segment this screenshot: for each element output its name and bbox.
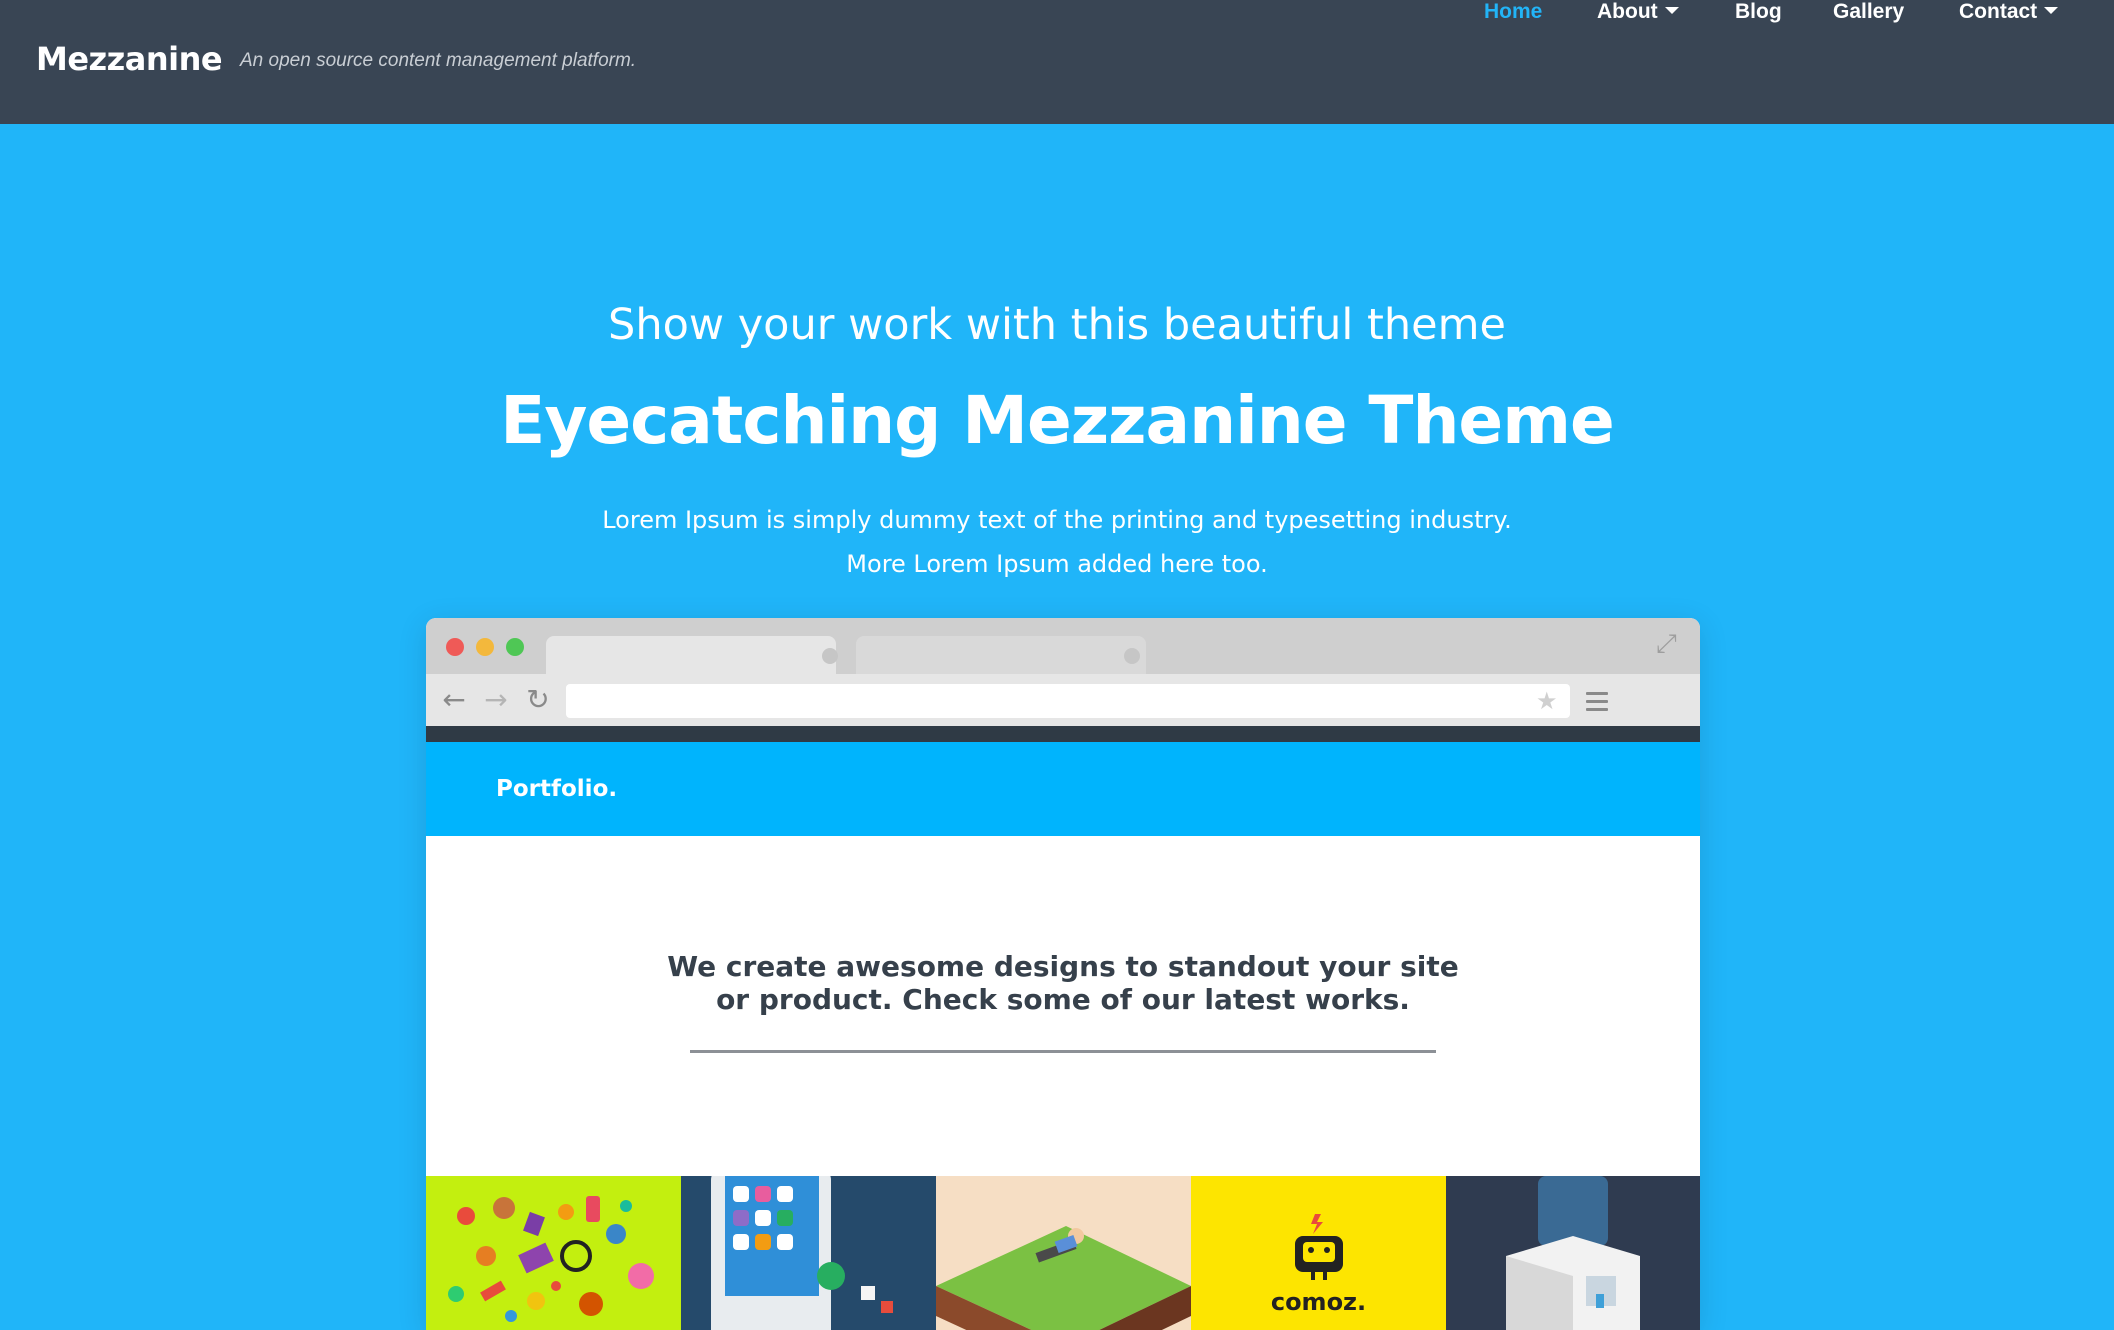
mockup-headline: We create awesome designs to standout yo… (426, 950, 1700, 1016)
portfolio-tile-landscape (936, 1176, 1191, 1330)
minimize-dot-icon (476, 638, 494, 656)
chevron-down-icon (1664, 6, 1679, 14)
expand-icon: ⤢ (1656, 628, 1677, 658)
star-icon: ★ (1536, 688, 1558, 715)
hero-title: Eyecatching Mezzanine Theme (500, 382, 1614, 459)
nav-about-label: About (1597, 0, 1658, 23)
hero-text-line: Lorem Ipsum is simply dummy text of the … (602, 506, 1512, 534)
menu-icon (1586, 692, 1608, 712)
tab-dot-icon (822, 648, 838, 664)
back-arrow-icon: ← (442, 683, 466, 716)
nav-gallery-label: Gallery (1833, 0, 1905, 23)
nav-gallery[interactable]: Gallery (1833, 0, 1904, 24)
mockup-body: We create awesome designs to standout yo… (426, 836, 1700, 1176)
mockup-header: Portfolio. (426, 742, 1700, 836)
chevron-down-icon (2044, 6, 2059, 14)
browser-tab (856, 636, 1146, 674)
comoz-label: comoz. (1270, 1288, 1367, 1316)
portfolio-tile-comoz: comoz. (1191, 1176, 1446, 1330)
browser-toolbar: ← → ↻ ★ (426, 674, 1700, 726)
navbar: Mezzanine An open source content managem… (0, 0, 2114, 124)
tab-dot-icon (1124, 648, 1140, 664)
reload-icon: ↻ (526, 683, 550, 716)
hero-text-line: More Lorem Ipsum added here too. (846, 550, 1268, 578)
forward-arrow-icon: → (484, 683, 508, 716)
mockup-top-strip (426, 726, 1700, 742)
portfolio-tile-cooler (1446, 1176, 1700, 1330)
mockup-logo: Portfolio. (496, 776, 618, 802)
portfolio-tile-candies (426, 1176, 681, 1330)
close-dot-icon (446, 638, 464, 656)
portfolio-tile-phone (681, 1176, 936, 1330)
url-field (566, 684, 1570, 718)
nav-blog-label: Blog (1735, 0, 1782, 23)
phone-illustration (711, 1176, 893, 1330)
nav-about[interactable]: About (1597, 0, 1679, 24)
nav-home-label: Home (1484, 0, 1543, 23)
nav-contact[interactable]: Contact (1959, 0, 2059, 24)
candies-illustration (448, 1196, 654, 1322)
site-brand[interactable]: Mezzanine (36, 40, 223, 78)
hero-description: Lorem Ipsum is simply dummy text of the … (0, 498, 2114, 586)
water-cooler-illustration (1506, 1176, 1640, 1330)
browser-tab-active (546, 636, 838, 674)
browser-tabstrip: ⤢ (426, 618, 1700, 674)
hero-subtitle: Show your work with this beautiful theme (608, 300, 1506, 350)
portfolio-tiles: comoz. (426, 1176, 1700, 1330)
mockup-headline-line: or product. Check some of our latest wor… (716, 983, 1410, 1016)
maximize-dot-icon (506, 638, 524, 656)
nav-home[interactable]: Home (1484, 0, 1542, 24)
browser-mockup: ⤢ ← → ↻ ★ Portfolio. We create awesome d… (426, 618, 1700, 1330)
landscape-illustration (936, 1226, 1191, 1330)
mockup-divider (690, 1050, 1436, 1053)
nav-contact-label: Contact (1959, 0, 2038, 23)
site-tagline: An open source content management platfo… (240, 50, 637, 71)
nav-blog[interactable]: Blog (1735, 0, 1782, 24)
mockup-headline-line: We create awesome designs to standout yo… (667, 950, 1459, 983)
